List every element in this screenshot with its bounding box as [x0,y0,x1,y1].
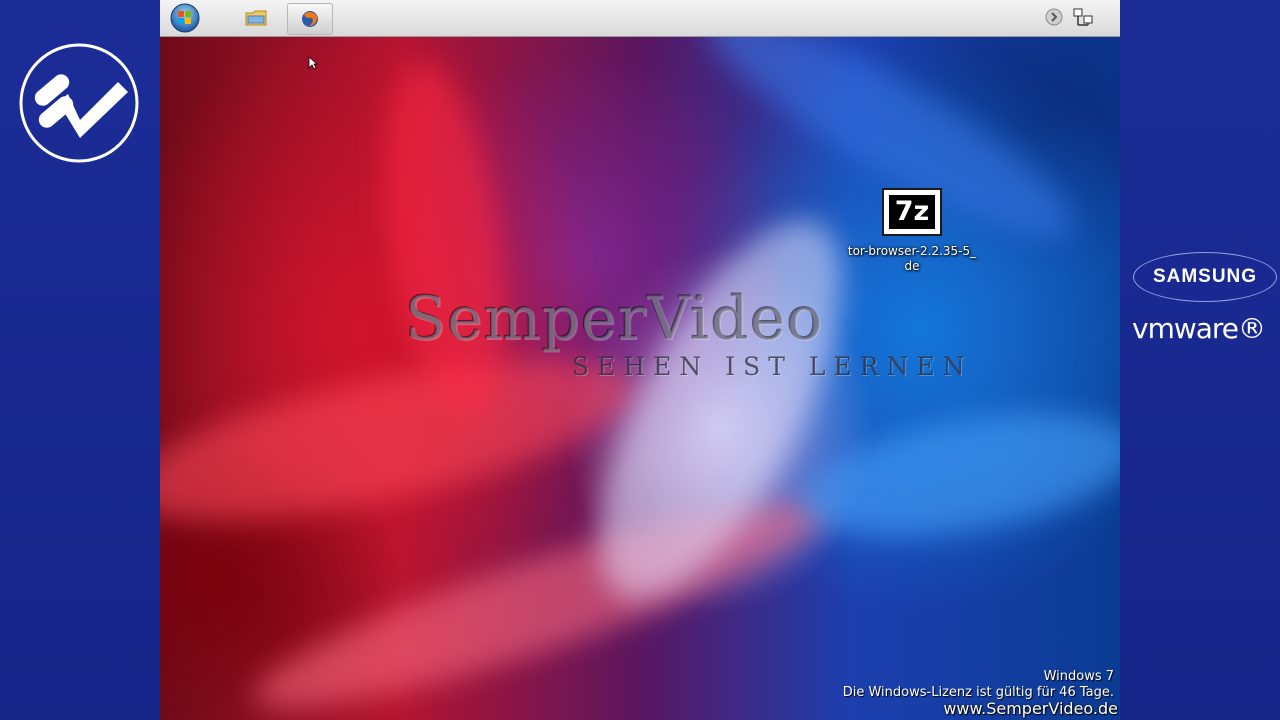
left-frame [0,0,160,720]
taskbar-firefox-button[interactable] [287,3,333,35]
show-hidden-icons-chevron-icon[interactable] [1045,8,1063,26]
desktop-icon-label-line1: tor-browser-2.2.35-5_ [847,244,977,258]
sempervideo-logo-icon [19,43,139,163]
network-icon[interactable] [1072,7,1094,29]
samsung-label: SAMSUNG [1152,266,1258,287]
desktop-icon-label: tor-browser-2.2.35-5_ de [845,244,979,274]
taskbar [160,0,1120,37]
right-frame [1120,0,1280,720]
os-name: Windows 7 [1043,669,1114,684]
7z-badge: 7z [889,195,935,229]
windows-license-info: Windows 7 Die Windows-Lizenz ist gültig … [843,669,1114,701]
samsung-logo: SAMSUNG [1133,252,1277,302]
taskbar-explorer-button[interactable] [236,3,276,33]
wallpaper-streak [793,391,1120,559]
windows-orb-icon[interactable] [170,3,200,33]
desktop-icon-tor-browser[interactable]: 7z tor-browser-2.2.35-5_ de [845,188,979,274]
7z-archive-icon: 7z [882,188,942,236]
vmware-logo: vmware® [1132,312,1266,345]
site-url-watermark: www.SemperVideo.de [943,699,1118,718]
wallpaper-title: SemperVideo [405,284,824,354]
firefox-icon [302,11,318,27]
wallpaper-subtitle: SEHEN IST LERNEN [572,352,973,381]
folder-icon [245,10,267,26]
desktop-icon-label-line2: de [904,259,920,273]
mouse-cursor-icon [308,56,318,70]
